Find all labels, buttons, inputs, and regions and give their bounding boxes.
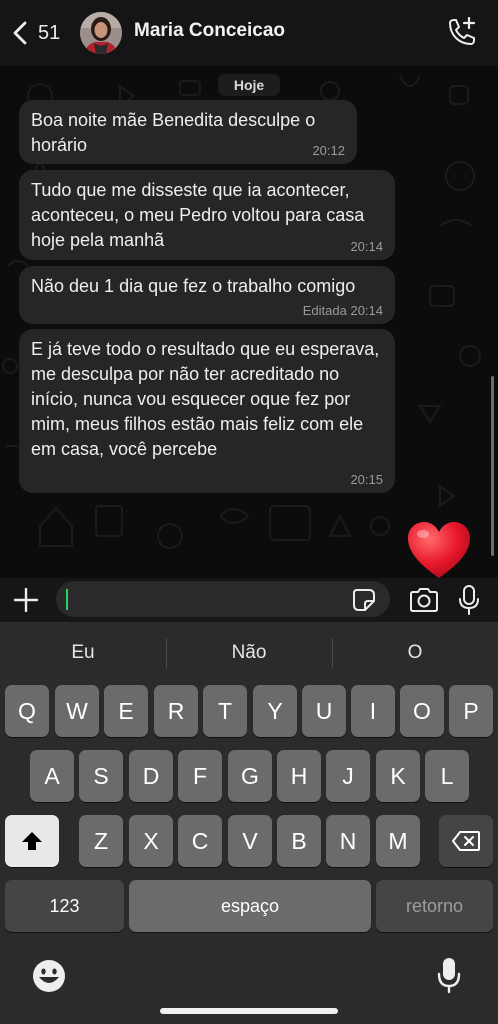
key-k[interactable]: K bbox=[376, 750, 420, 802]
text-cursor bbox=[66, 589, 68, 610]
key-t[interactable]: T bbox=[203, 685, 247, 737]
message-time: 20:12 bbox=[312, 143, 345, 158]
unread-count: 51 bbox=[38, 21, 61, 44]
camera-icon[interactable] bbox=[408, 586, 440, 614]
key-j[interactable]: J bbox=[326, 750, 370, 802]
key-h[interactable]: H bbox=[277, 750, 321, 802]
message-text: Tudo que me disseste que ia acontecer, a… bbox=[31, 180, 365, 250]
suggestion-1[interactable]: Eu bbox=[0, 622, 166, 684]
emoji-icon[interactable] bbox=[31, 958, 67, 994]
key-x[interactable]: X bbox=[129, 815, 173, 867]
key-l[interactable]: L bbox=[425, 750, 469, 802]
message-bubble[interactable]: E já teve todo o resultado que eu espera… bbox=[19, 329, 395, 493]
message-time: Editada 20:14 bbox=[302, 303, 383, 318]
key-u[interactable]: U bbox=[302, 685, 346, 737]
shift-key[interactable] bbox=[5, 815, 59, 867]
message-bubble[interactable]: Tudo que me disseste que ia acontecer, a… bbox=[19, 170, 395, 260]
key-f[interactable]: F bbox=[178, 750, 222, 802]
key-v[interactable]: V bbox=[228, 815, 272, 867]
key-d[interactable]: D bbox=[129, 750, 173, 802]
chat-header: 51 Maria Conceicao bbox=[0, 0, 498, 66]
key-i[interactable]: I bbox=[351, 685, 395, 737]
key-w[interactable]: W bbox=[55, 685, 99, 737]
return-key[interactable]: retorno bbox=[376, 880, 493, 932]
chat-area[interactable]: Hoje Boa noite mãe Benedita desculpe o h… bbox=[0, 66, 498, 578]
message-time: 20:14 bbox=[350, 239, 383, 254]
space-key[interactable]: espaço bbox=[129, 880, 371, 932]
message-time: 20:15 bbox=[350, 472, 383, 487]
backspace-icon bbox=[452, 831, 480, 851]
message-text: E já teve todo o resultado que eu espera… bbox=[31, 339, 380, 459]
key-r[interactable]: R bbox=[154, 685, 198, 737]
suggestion-3[interactable]: O bbox=[332, 622, 498, 684]
key-g[interactable]: G bbox=[228, 750, 272, 802]
key-s[interactable]: S bbox=[79, 750, 123, 802]
add-call-button[interactable] bbox=[444, 15, 480, 49]
backspace-key[interactable] bbox=[439, 815, 493, 867]
shift-icon bbox=[22, 832, 42, 850]
back-button[interactable]: 51 bbox=[10, 16, 70, 50]
key-z[interactable]: Z bbox=[79, 815, 123, 867]
heart-emoji[interactable] bbox=[406, 520, 472, 578]
key-b[interactable]: B bbox=[277, 815, 321, 867]
key-o[interactable]: O bbox=[400, 685, 444, 737]
key-y[interactable]: Y bbox=[253, 685, 297, 737]
message-text: Não deu 1 dia que fez o trabalho comigo bbox=[31, 276, 356, 296]
scrollbar[interactable] bbox=[491, 376, 494, 556]
message-bubble[interactable]: Boa noite mãe Benedita desculpe o horári… bbox=[19, 100, 357, 164]
key-q[interactable]: Q bbox=[5, 685, 49, 737]
date-separator: Hoje bbox=[218, 74, 280, 96]
key-e[interactable]: E bbox=[104, 685, 148, 737]
chevron-left-icon bbox=[13, 21, 27, 45]
key-m[interactable]: M bbox=[376, 815, 420, 867]
key-p[interactable]: P bbox=[449, 685, 493, 737]
add-call-icon bbox=[449, 16, 476, 45]
numbers-key[interactable]: 123 bbox=[5, 880, 124, 932]
sticker-icon[interactable] bbox=[352, 588, 376, 612]
message-input-bar bbox=[0, 578, 498, 622]
message-text: Boa noite mãe Benedita desculpe o horári… bbox=[31, 110, 316, 155]
contact-name[interactable]: Maria Conceicao bbox=[134, 20, 285, 42]
suggestion-2[interactable]: Não bbox=[166, 622, 332, 684]
microphone-icon[interactable] bbox=[456, 584, 482, 616]
avatar[interactable] bbox=[80, 12, 122, 54]
message-bubble[interactable]: Não deu 1 dia que fez o trabalho comigo … bbox=[19, 266, 395, 324]
dictation-icon[interactable] bbox=[436, 956, 462, 994]
avatar-image bbox=[80, 12, 122, 54]
home-indicator[interactable] bbox=[160, 1008, 338, 1014]
key-c[interactable]: C bbox=[178, 815, 222, 867]
key-n[interactable]: N bbox=[326, 815, 370, 867]
message-input[interactable] bbox=[56, 581, 390, 617]
keyboard: Eu Não O Q W E R T Y U I O P A S D F G H… bbox=[0, 622, 498, 1024]
plus-icon[interactable] bbox=[12, 586, 40, 614]
key-a[interactable]: A bbox=[30, 750, 74, 802]
